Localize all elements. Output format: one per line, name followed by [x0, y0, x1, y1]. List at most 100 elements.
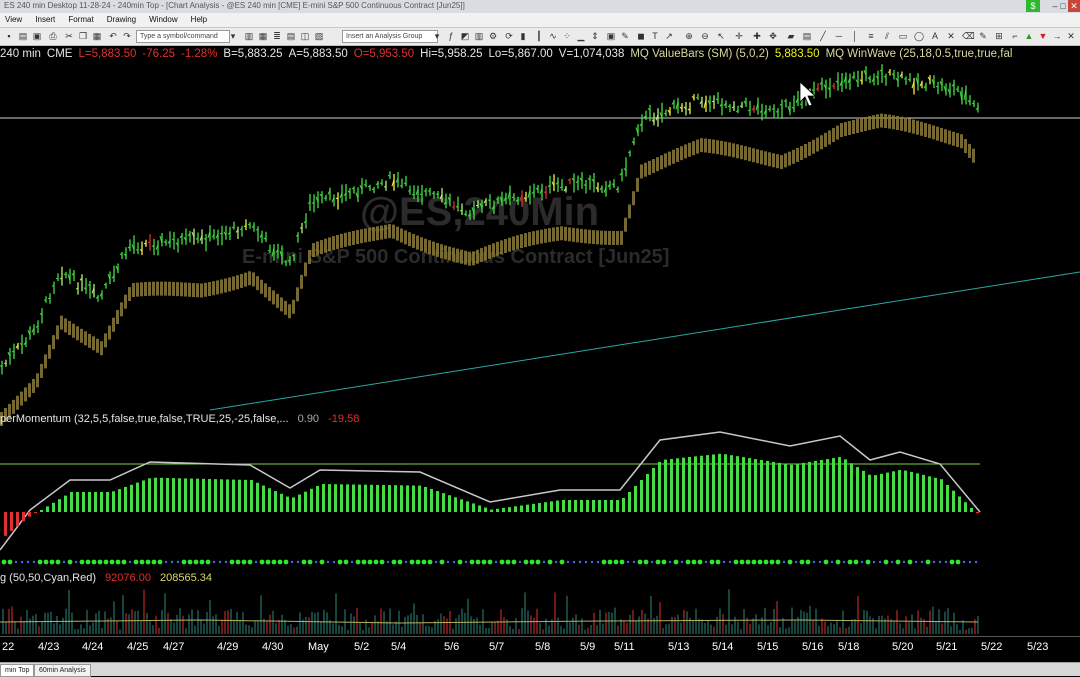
date-label: 4/24 — [82, 641, 103, 653]
histogram-bar — [754, 459, 757, 512]
histogram-bar — [334, 484, 337, 512]
histogram-bar — [748, 458, 751, 512]
wave-bar — [888, 115, 891, 129]
date-label: 5/16 — [802, 641, 823, 653]
signal-dot — [188, 560, 193, 565]
signal-dot — [764, 560, 769, 565]
signal-dot — [926, 560, 931, 565]
signal-dot — [351, 561, 353, 563]
signal-dot — [891, 561, 893, 563]
wave-bar — [324, 239, 327, 253]
wave-bar — [284, 301, 287, 315]
wave-bar — [584, 229, 587, 243]
signal-dot — [644, 560, 649, 565]
signal-dot — [68, 560, 73, 565]
date-label: 5/18 — [838, 641, 859, 653]
histogram-bar — [730, 455, 733, 512]
tab-60min-analysis[interactable]: 60min Analysis — [34, 664, 91, 677]
histogram-bar — [16, 512, 19, 526]
wave-bar — [384, 225, 387, 239]
histogram-bar — [724, 454, 727, 512]
signal-dot — [705, 561, 707, 563]
wave-bar — [780, 155, 783, 169]
wave-bar — [660, 155, 663, 169]
histogram-bar — [496, 509, 499, 512]
wave-bar — [624, 218, 627, 232]
wave-bar — [416, 236, 419, 250]
wave-bar — [508, 238, 511, 252]
wave-bar — [548, 228, 551, 242]
histogram-bar — [322, 484, 325, 512]
momentum-indicator-header: perMomentum (32,5,5,false,true,false,TRU… — [0, 413, 359, 425]
wave-bar — [64, 318, 67, 332]
wave-bar — [472, 251, 475, 265]
wave-bar — [380, 226, 383, 240]
histogram-bar — [580, 500, 583, 512]
wave-bar — [608, 231, 611, 245]
signal-dot — [470, 560, 475, 565]
signal-dot — [482, 560, 487, 565]
histogram-bar — [652, 468, 655, 512]
histogram-bar — [106, 492, 109, 512]
wave-bar — [192, 283, 195, 297]
histogram-bar — [364, 485, 367, 512]
signal-dot — [698, 560, 703, 565]
wave-bar — [504, 239, 507, 253]
date-label: 5/23 — [1027, 641, 1048, 653]
histogram-bar — [124, 487, 127, 512]
histogram-bar — [454, 497, 457, 512]
wave-bar — [588, 230, 591, 244]
wave-bar — [808, 142, 811, 156]
histogram-bar — [436, 491, 439, 512]
signal-dot — [219, 561, 221, 563]
wave-bar — [520, 234, 523, 248]
signal-dot — [597, 561, 599, 563]
histogram-bar — [922, 475, 925, 512]
wave-bar — [812, 140, 815, 154]
histogram-bar — [430, 489, 433, 512]
signal-dot — [633, 561, 635, 563]
histogram-bar — [562, 500, 565, 512]
histogram-bar — [742, 457, 745, 512]
wave-bar — [516, 235, 519, 249]
histogram-bar — [952, 491, 955, 512]
histogram-bar — [574, 500, 577, 512]
signal-dot — [398, 560, 403, 565]
histogram-bar — [94, 492, 97, 512]
histogram-bar — [40, 510, 43, 512]
wave-bar — [900, 117, 903, 131]
signal-dot — [368, 560, 373, 565]
wave-bar — [216, 280, 219, 294]
histogram-bar — [286, 497, 289, 512]
tab-240min-top[interactable]: min Top — [0, 664, 34, 677]
signal-dot — [302, 560, 307, 565]
wave-bar — [80, 329, 83, 343]
histogram-bar — [346, 484, 349, 512]
histogram-bar — [250, 480, 253, 512]
histogram-bar — [910, 472, 913, 512]
signal-dot — [656, 560, 661, 565]
histogram-bar — [64, 496, 67, 512]
price-bar-tick — [364, 185, 366, 186]
histogram-bar — [400, 485, 403, 512]
wave-bar — [456, 249, 459, 263]
signal-dot — [866, 560, 871, 565]
chart-canvas[interactable] — [0, 0, 1080, 636]
date-axis[interactable]: 22 4/23 4/24 4/25 4/27 4/29 4/30 May 5/2… — [0, 636, 1080, 659]
wave-bar — [320, 240, 323, 254]
wave-bar — [228, 277, 231, 291]
wave-bar — [620, 231, 623, 245]
histogram-bar — [688, 457, 691, 512]
signal-dot — [945, 561, 947, 563]
wave-bar — [16, 396, 19, 410]
signal-dot — [116, 560, 121, 565]
signal-dot — [297, 561, 299, 563]
signal-dot — [33, 561, 35, 563]
wave-bar — [652, 159, 655, 173]
date-label: 5/14 — [712, 641, 733, 653]
histogram-bar — [130, 485, 133, 512]
wave-bar — [136, 283, 139, 297]
signal-dot — [854, 560, 859, 565]
histogram-bar — [316, 486, 319, 512]
histogram-bar — [670, 459, 673, 512]
